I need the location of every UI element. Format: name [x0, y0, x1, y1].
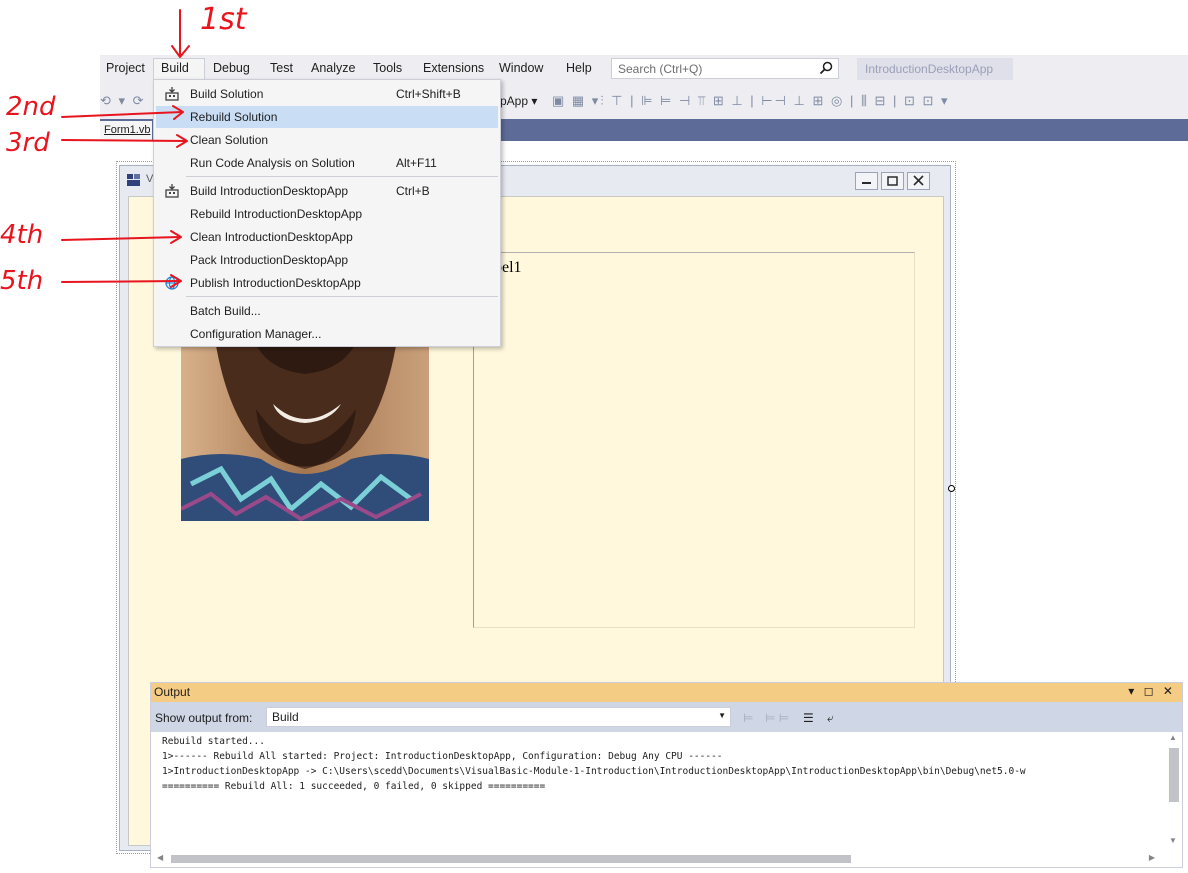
menu-build[interactable]: Build [161, 61, 189, 75]
tab-form1[interactable]: Form1.vb [100, 121, 152, 141]
menu-item-configuration-manager[interactable]: Configuration Manager... [156, 323, 498, 345]
menu-item-label: Clean Solution [190, 133, 269, 147]
menu-item-pack-project[interactable]: Pack IntroductionDesktopApp [156, 249, 498, 271]
output-line: 1>IntroductionDesktopApp -> C:\Users\sce… [162, 766, 1026, 777]
search-icon[interactable] [818, 60, 834, 76]
menu-separator [186, 296, 498, 297]
output-line: Rebuild started... [162, 736, 265, 747]
find-message-icon[interactable]: ⊨ [743, 711, 753, 725]
menu-item-label: Rebuild Solution [190, 110, 278, 124]
menu-item-clean-project[interactable]: Clean IntroductionDesktopApp [156, 226, 498, 248]
menu-tools[interactable]: Tools [373, 61, 402, 75]
vertical-scrollbar[interactable]: ▲ ▼ [1164, 732, 1182, 851]
output-line: 1>------ Rebuild All started: Project: I… [162, 751, 723, 762]
menu-item-run-code-analysis[interactable]: Run Code Analysis on Solution Alt+F11 [156, 152, 498, 174]
menu-item-rebuild-project[interactable]: Rebuild IntroductionDesktopApp [156, 203, 498, 225]
annotation-2nd: 2nd [6, 92, 56, 122]
menu-item-batch-build[interactable]: Batch Build... [156, 300, 498, 322]
horizontal-scroll-thumb[interactable] [171, 855, 851, 863]
menu-item-label: Configuration Manager... [190, 327, 322, 341]
scroll-right-icon[interactable]: ▶ [1149, 853, 1155, 862]
chevron-down-icon: ▼ [718, 711, 726, 720]
show-output-label: Show output from: [155, 711, 253, 725]
scroll-up-icon[interactable]: ▲ [1169, 733, 1177, 742]
menu-item-label: Build IntroductionDesktopApp [190, 184, 349, 198]
menu-item-label: Publish IntroductionDesktopApp [190, 276, 361, 290]
menu-test[interactable]: Test [270, 61, 293, 75]
menu-item-rebuild-solution[interactable]: Rebuild Solution [156, 106, 498, 128]
output-log[interactable]: Rebuild started... 1>------ Rebuild All s… [162, 734, 1162, 844]
menu-debug[interactable]: Debug [213, 61, 250, 75]
scroll-down-icon[interactable]: ▼ [1169, 836, 1177, 845]
output-line: ========== Rebuild All: 1 succeeded, 0 f… [162, 781, 546, 792]
annotation-5th: 5th [0, 266, 44, 296]
build-icon [165, 184, 179, 198]
form-close-button[interactable] [907, 172, 930, 190]
menu-item-shortcut: Alt+F11 [396, 156, 437, 170]
annotation-1st: 1st [200, 2, 247, 37]
build-icon [165, 87, 179, 101]
word-wrap-icon[interactable]: ⤶ [827, 711, 834, 726]
menu-item-shortcut: Ctrl+Shift+B [396, 87, 461, 101]
horizontal-scrollbar[interactable]: ◀ ▶ [151, 851, 1163, 867]
search-placeholder: Search (Ctrl+Q) [618, 62, 703, 76]
previous-message-icon[interactable]: ⊨ ⊨ [765, 711, 789, 725]
menu-item-clean-solution[interactable]: Clean Solution [156, 129, 498, 151]
form-minimize-button[interactable] [855, 172, 878, 190]
globe-icon [165, 276, 179, 290]
menu-help[interactable]: Help [566, 61, 592, 75]
output-source-select[interactable]: Build ▼ [266, 707, 731, 727]
layout-toolbar-icons[interactable]: ▣ ▦ ▾⫶ ⊤ | ⊫ ⊨ ⊣ ⫪ ⊞ ⊥ | ⊢⊣ ⊥ ⊞ ◎ | ⫼ ⊟ … [552, 93, 950, 109]
menu-item-label: Rebuild IntroductionDesktopApp [190, 207, 363, 221]
annotation-4th: 4th [0, 220, 44, 250]
menu-item-label: Batch Build... [190, 304, 261, 318]
annotation-3rd: 3rd [6, 128, 50, 158]
build-menu: Build Solution Ctrl+Shift+B Rebuild Solu… [153, 79, 501, 347]
output-toolbar: Show output from: Build ▼ ⊨ ⊨ ⊨ ☰ ⤶ [151, 702, 1182, 732]
menu-analyze[interactable]: Analyze [311, 61, 355, 75]
solution-title: IntroductionDesktopApp [857, 58, 1013, 80]
output-title: Output [154, 685, 191, 699]
menu-separator [186, 176, 498, 177]
menu-item-label: Clean IntroductionDesktopApp [190, 230, 353, 244]
menu-item-publish-project[interactable]: Publish IntroductionDesktopApp [156, 272, 498, 294]
resize-handle[interactable] [948, 485, 955, 492]
clear-all-icon[interactable]: ☰ [803, 711, 814, 725]
menu-item-build-project[interactable]: Build IntroductionDesktopApp Ctrl+B [156, 180, 498, 202]
menu-extensions[interactable]: Extensions [423, 61, 484, 75]
output-window-controls[interactable]: ▾ ◻ ✕ [1128, 684, 1176, 698]
menu-item-shortcut: Ctrl+B [396, 184, 430, 198]
startup-project-dropdown[interactable]: pApp ▾ [500, 94, 537, 108]
menu-project[interactable]: Project [106, 61, 145, 75]
label-panel[interactable]: bel1 [473, 252, 915, 628]
output-titlebar: Output ▾ ◻ ✕ [151, 683, 1182, 702]
undo-redo-icons[interactable]: ⟲ ▾ ⟳ [100, 93, 146, 109]
search-input[interactable]: Search (Ctrl+Q) [611, 58, 839, 79]
form-maximize-button[interactable] [881, 172, 904, 190]
menu-item-label: Pack IntroductionDesktopApp [190, 253, 349, 267]
menu-item-build-solution[interactable]: Build Solution Ctrl+Shift+B [156, 83, 498, 105]
form-icon [127, 174, 140, 186]
menu-item-label: Run Code Analysis on Solution [190, 156, 355, 170]
menu-item-label: Build Solution [190, 87, 264, 101]
vertical-scroll-thumb[interactable] [1169, 748, 1179, 802]
output-source-value: Build [272, 710, 299, 724]
output-panel: Output ▾ ◻ ✕ Show output from: Build ▼ ⊨… [150, 682, 1183, 868]
scroll-left-icon[interactable]: ◀ [157, 853, 163, 862]
menu-window[interactable]: Window [499, 61, 543, 75]
